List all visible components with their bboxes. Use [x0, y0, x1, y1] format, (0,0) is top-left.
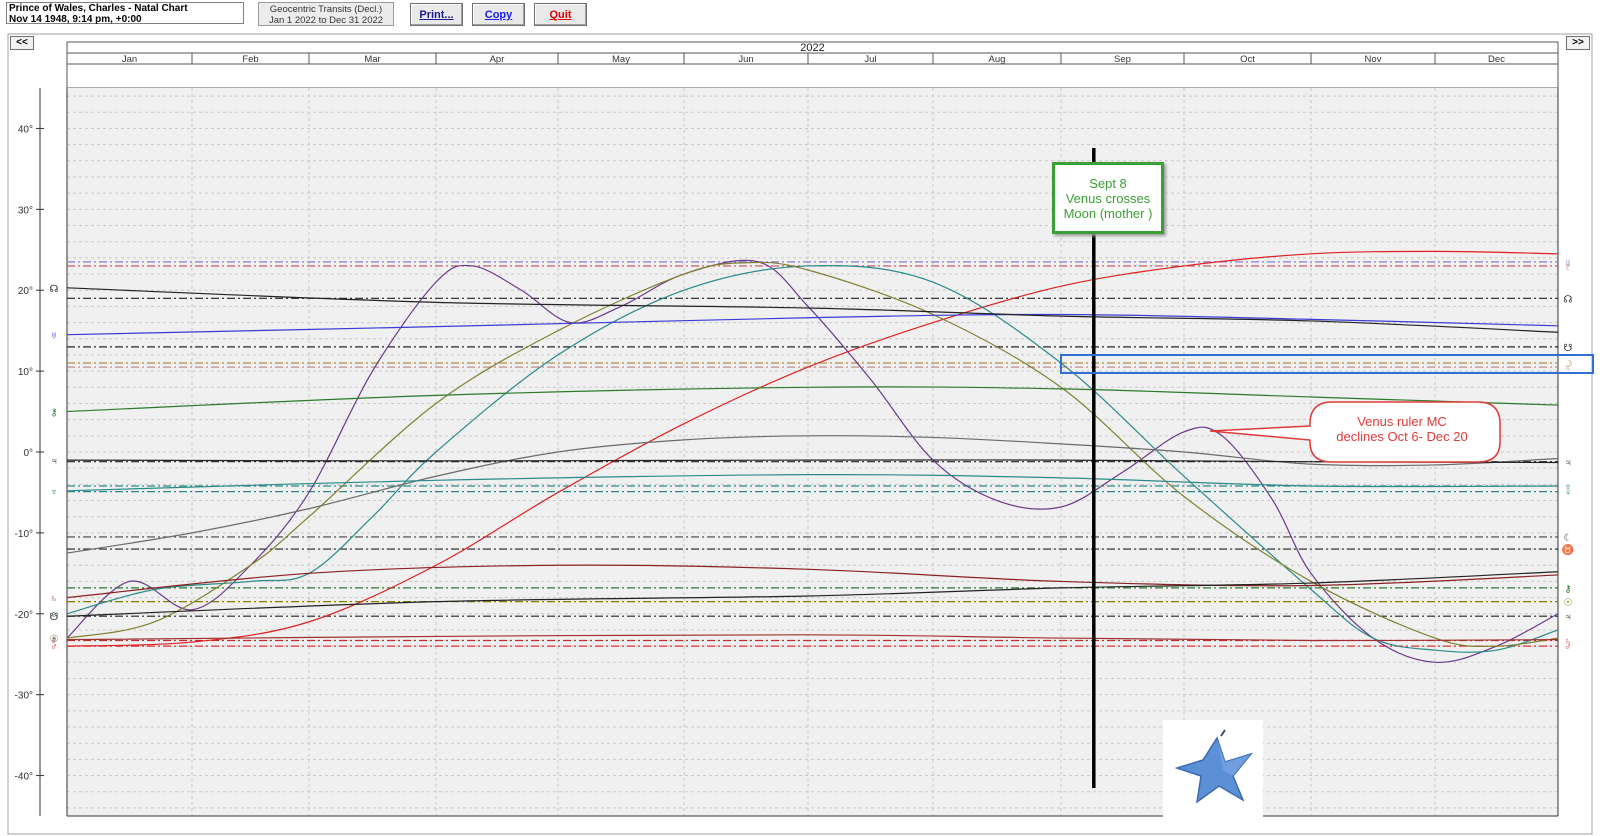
- star-icon: [1174, 729, 1254, 804]
- y-tick-label: -10°: [15, 529, 33, 540]
- month-label: Apr: [490, 54, 505, 65]
- callout-red-line-1: Venus ruler MC: [1357, 414, 1447, 429]
- y-tick-label: -30°: [15, 691, 33, 702]
- y-tick-label: -20°: [15, 610, 33, 621]
- natal-glyph: ☾: [1564, 533, 1573, 544]
- month-label: Oct: [1240, 54, 1255, 65]
- series-start-glyph: ⚷: [50, 408, 57, 419]
- series-start-glyph: ♇: [50, 636, 58, 647]
- month-label: Jun: [738, 54, 753, 65]
- natal-glyph: ☋: [1564, 343, 1573, 354]
- month-label: Jul: [864, 54, 876, 65]
- month-label: May: [612, 54, 630, 65]
- callout-line-1: Sept 8: [1089, 176, 1127, 191]
- month-label: Dec: [1488, 54, 1505, 65]
- natal-glyph: ♉: [1562, 543, 1574, 556]
- series-start-glyph: ♃: [50, 456, 58, 467]
- natal-glyph: ♇: [1564, 262, 1572, 273]
- natal-glyph: ☊: [1564, 294, 1573, 305]
- series-start-glyph: ♆: [50, 487, 58, 498]
- callout-red-line-2: declines Oct 6- Dec 20: [1336, 429, 1468, 444]
- venus-mc-callout-text: Venus ruler MC declines Oct 6- Dec 20: [1322, 414, 1482, 444]
- y-tick-label: 20°: [18, 286, 33, 297]
- month-label: Nov: [1365, 54, 1382, 65]
- series-start-glyph: ♅: [50, 331, 58, 342]
- y-tick-label: 30°: [18, 205, 33, 216]
- natal-glyph: ⚷: [1564, 584, 1571, 595]
- natal-glyph: ♂: [1564, 642, 1572, 653]
- natal-glyph: ♃: [1564, 458, 1572, 469]
- callout-line-3: Moon (mother ): [1063, 206, 1153, 221]
- y-tick-label: 40°: [18, 124, 33, 135]
- month-label: Aug: [989, 54, 1006, 65]
- venus-moon-callout: Sept 8 Venus crosses Moon (mother ): [1052, 162, 1164, 234]
- star-sticker: [1163, 720, 1263, 820]
- natal-glyph: ♃: [1564, 612, 1572, 623]
- y-tick-label: -40°: [15, 772, 33, 783]
- natal-glyph: ☉: [1564, 598, 1573, 609]
- series-start-glyph: ♄: [50, 594, 58, 605]
- month-label: Sep: [1114, 54, 1131, 65]
- y-tick-label: 10°: [18, 367, 33, 378]
- callout-line-2: Venus crosses: [1065, 191, 1151, 206]
- year-label: 2022: [800, 42, 824, 54]
- month-label: Feb: [242, 54, 258, 65]
- series-start-glyph: ☋: [50, 612, 59, 623]
- y-tick-label: 0°: [23, 448, 33, 459]
- month-label: Mar: [364, 54, 380, 65]
- natal-glyph: ♀: [1564, 488, 1572, 499]
- series-start-glyph: ☊: [50, 284, 59, 295]
- month-label: Jan: [122, 54, 137, 65]
